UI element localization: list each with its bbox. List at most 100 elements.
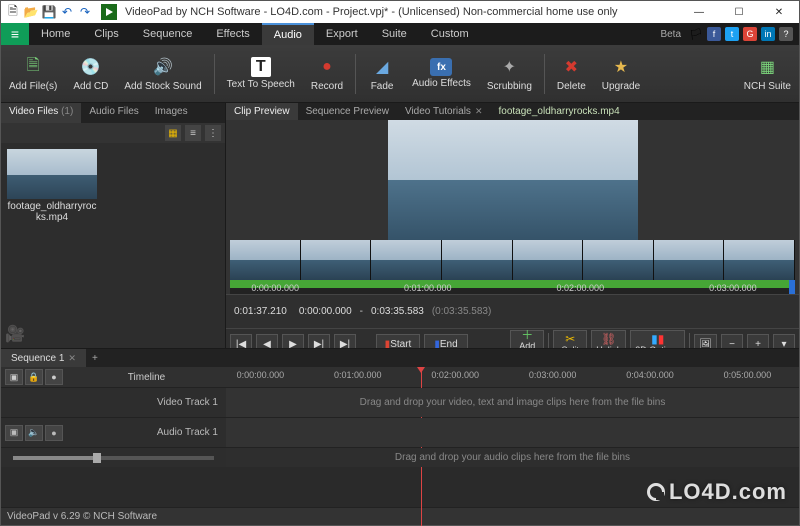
video-track: Video Track 1 Drag and drop your video, … <box>1 387 799 417</box>
record-button[interactable]: ●Record <box>303 45 351 102</box>
app-menu-button[interactable]: ≡ <box>1 23 29 45</box>
window-title: VideoPad by NCH Software - LO4D.com - Pr… <box>121 6 679 18</box>
speaker-icon: 🔊 <box>151 55 175 79</box>
audio-track-label: Audio Track 1 <box>67 427 226 438</box>
clip-thumbnail <box>7 149 97 199</box>
tab-video-tutorials[interactable]: Video Tutorials✕ <box>397 103 491 120</box>
minimize-button[interactable]: — <box>679 1 719 23</box>
track-mute-button[interactable]: 🔈 <box>25 425 43 441</box>
timeline-header: ▣ 🔒 ● Timeline 0:00:00.000 0:01:00.000 0… <box>1 367 799 387</box>
text-to-speech-button[interactable]: TText To Speech <box>219 45 303 102</box>
bin-toolbar: ▦ ≡ ⋮ <box>1 123 225 143</box>
tab-sequence-preview[interactable]: Sequence Preview <box>298 103 397 120</box>
bin-tab-video[interactable]: Video Files (1) <box>1 103 81 123</box>
help-icon[interactable]: ? <box>779 27 793 41</box>
bin-tab-audio[interactable]: Audio Files <box>81 103 146 123</box>
scrubbing-button[interactable]: ✦Scrubbing <box>479 45 540 102</box>
googleplus-icon[interactable]: G <box>743 27 757 41</box>
preview-viewport[interactable] <box>226 120 799 240</box>
twitter-icon[interactable]: t <box>725 27 739 41</box>
tab-clip-preview[interactable]: Clip Preview <box>226 103 298 120</box>
redo-icon[interactable]: ↷ <box>77 4 93 20</box>
clip-ruler[interactable]: 0:00:00.000 0:01:00.000 0:02:00.000 0:03… <box>230 280 795 294</box>
menu-audio[interactable]: Audio <box>262 23 314 45</box>
track-lock-button[interactable]: 🔒 <box>25 369 43 385</box>
close-icon[interactable]: ✕ <box>475 106 483 117</box>
preview-panel: Clip Preview Sequence Preview Video Tuto… <box>226 103 799 348</box>
menu-custom[interactable]: Custom <box>419 23 481 45</box>
menubar: ≡ Home Clips Sequence Effects Audio Expo… <box>1 23 799 45</box>
quick-access-toolbar: 🗎 📂 💾 ↶ ↷ <box>1 4 97 20</box>
add-file-button[interactable]: 🗎Add File(s) <box>1 45 65 102</box>
delete-button[interactable]: ✖Delete <box>549 45 594 102</box>
bin-tab-images[interactable]: Images <box>147 103 196 123</box>
app-icon <box>101 4 117 20</box>
save-icon[interactable]: 💾 <box>41 4 57 20</box>
add-cd-button[interactable]: 💿Add CD <box>65 45 116 102</box>
window-controls: — ☐ ✕ <box>679 1 799 23</box>
fade-button[interactable]: ◢Fade <box>360 45 404 102</box>
bin-items[interactable]: footage_oldharryrocks.mp4 🎥 <box>1 143 225 348</box>
audio-track-lane[interactable] <box>226 418 799 447</box>
menu-effects[interactable]: Effects <box>204 23 261 45</box>
ruler-tick: 0:01:00.000 <box>404 280 452 294</box>
track-record-button[interactable]: ● <box>45 369 63 385</box>
file-plus-icon: 🗎 <box>21 55 45 79</box>
new-icon[interactable]: 🗎 <box>5 4 21 20</box>
bin-view-grid-button[interactable]: ▦ <box>165 125 181 141</box>
end-marker[interactable] <box>789 280 795 294</box>
open-icon[interactable]: 📂 <box>23 4 39 20</box>
tab-clip-file[interactable]: footage_oldharryrocks.mp4 <box>490 103 627 120</box>
filmstrip[interactable] <box>230 240 795 280</box>
nch-suite-button[interactable]: ▦NCH Suite <box>736 45 799 102</box>
ribbon-toolbar: 🗎Add File(s) 💿Add CD 🔊Add Stock Sound TT… <box>1 45 799 103</box>
bin-item[interactable]: footage_oldharryrocks.mp4 <box>7 149 97 223</box>
close-icon[interactable]: ✕ <box>68 353 76 364</box>
range-start: 0:00:00.000 <box>295 304 356 319</box>
facebook-icon[interactable]: f <box>707 27 721 41</box>
track-collapse-button[interactable]: ▣ <box>5 369 23 385</box>
audio-effects-button[interactable]: fxAudio Effects <box>404 45 479 102</box>
menu-home[interactable]: Home <box>29 23 82 45</box>
add-stock-sound-button[interactable]: 🔊Add Stock Sound <box>116 45 209 102</box>
menu-suite[interactable]: Suite <box>370 23 419 45</box>
video-track-lane[interactable]: Drag and drop your video, text and image… <box>226 388 799 417</box>
flag-icon[interactable]: 🏳 <box>689 28 703 41</box>
preview-tabs: Clip Preview Sequence Preview Video Tuto… <box>226 103 799 120</box>
preview-frame <box>388 120 638 240</box>
suite-icon: ▦ <box>755 55 779 79</box>
upgrade-button[interactable]: ★Upgrade <box>594 45 648 102</box>
close-button[interactable]: ✕ <box>759 1 799 23</box>
menu-clips[interactable]: Clips <box>82 23 130 45</box>
bin-tabs: Video Files (1) Audio Files Images <box>1 103 225 123</box>
version-label: VideoPad v 6.29 © NCH Software <box>7 511 157 522</box>
ruler-tick: 0:02:00.000 <box>557 280 605 294</box>
star-icon: ★ <box>609 55 633 79</box>
menu-export[interactable]: Export <box>314 23 370 45</box>
timeline-panel: Sequence 1✕ + ▣ 🔒 ● Timeline 0:00:00.000… <box>1 348 799 507</box>
beta-label[interactable]: Beta <box>660 29 681 40</box>
audio-volume-row: Drag and drop your audio clips here from… <box>1 447 799 467</box>
audio-hint-lane[interactable]: Drag and drop your audio clips here from… <box>226 448 799 467</box>
text-icon: T <box>251 57 271 77</box>
statusbar: VideoPad v 6.29 © NCH Software <box>1 507 799 525</box>
bin-options-button[interactable]: ⋮ <box>205 125 221 141</box>
bin-view-list-button[interactable]: ≡ <box>185 125 201 141</box>
track-solo-button[interactable]: ● <box>45 425 63 441</box>
fx-icon: fx <box>430 58 452 76</box>
scrub-icon: ✦ <box>497 55 521 79</box>
sequence-tab[interactable]: Sequence 1✕ <box>1 349 86 367</box>
camera-icon: 🎥 <box>5 324 25 344</box>
clip-label: footage_oldharryrocks.mp4 <box>7 201 97 223</box>
timeline-ruler[interactable]: 0:00:00.000 0:01:00.000 0:02:00.000 0:03… <box>226 367 799 387</box>
undo-icon[interactable]: ↶ <box>59 4 75 20</box>
menu-sequence[interactable]: Sequence <box>131 23 205 45</box>
track-collapse-button[interactable]: ▣ <box>5 425 23 441</box>
delete-icon: ✖ <box>559 55 583 79</box>
add-sequence-button[interactable]: + <box>86 349 104 367</box>
maximize-button[interactable]: ☐ <box>719 1 759 23</box>
linkedin-icon[interactable]: in <box>761 27 775 41</box>
content-area: Video Files (1) Audio Files Images ▦ ≡ ⋮… <box>1 103 799 507</box>
audio-track: ▣ 🔈 ● Audio Track 1 <box>1 417 799 447</box>
volume-slider[interactable] <box>13 456 214 460</box>
